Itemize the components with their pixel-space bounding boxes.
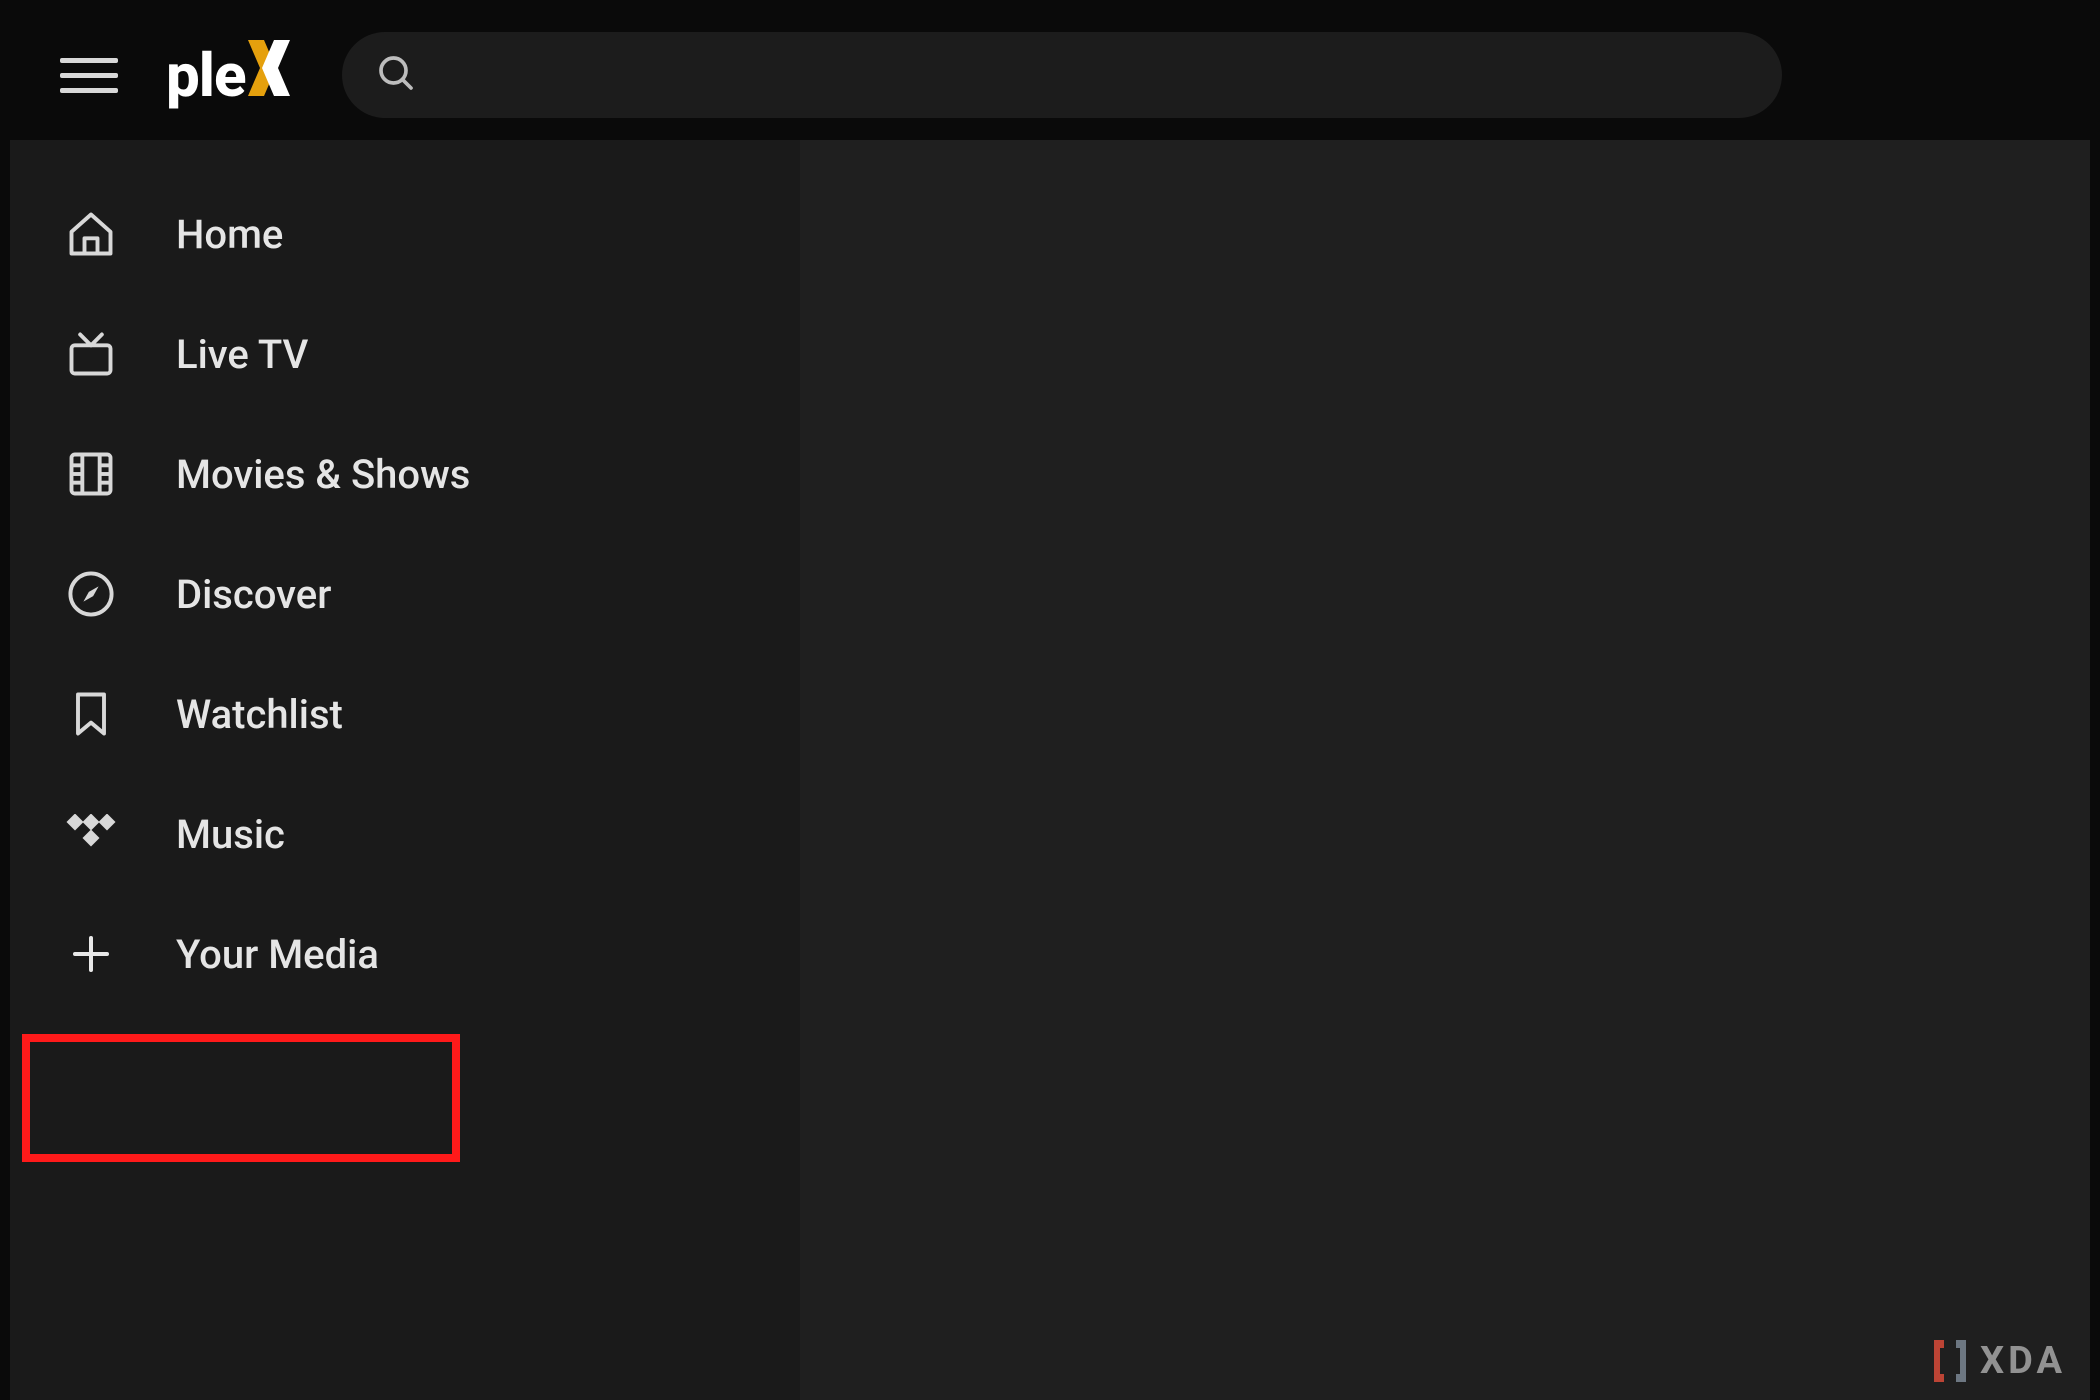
- brand-name-prefix: ple: [166, 40, 246, 111]
- body: Home Live TV: [10, 140, 2090, 1400]
- sidebar-item-label: Discover: [176, 571, 331, 618]
- sidebar-item-your-media[interactable]: Your Media: [10, 894, 800, 1014]
- brand-x-icon: [244, 40, 294, 96]
- sidebar-item-music[interactable]: Music: [10, 774, 800, 894]
- plus-icon: [60, 923, 122, 985]
- livetv-icon: [60, 323, 122, 385]
- header: ple: [10, 10, 2090, 140]
- sidebar-item-label: Music: [176, 811, 285, 858]
- brand-logo[interactable]: ple: [166, 40, 294, 111]
- sidebar-item-livetv[interactable]: Live TV: [10, 294, 800, 414]
- search-icon: [376, 53, 416, 97]
- app-window: ple: [10, 10, 2090, 1400]
- tidal-icon: [60, 803, 122, 865]
- sidebar-item-discover[interactable]: Discover: [10, 534, 800, 654]
- main-content: [800, 140, 2090, 1400]
- compass-icon: [60, 563, 122, 625]
- sidebar-item-home[interactable]: Home: [10, 174, 800, 294]
- sidebar-item-label: Movies & Shows: [176, 451, 470, 498]
- sidebar: Home Live TV: [10, 140, 800, 1400]
- film-icon: [60, 443, 122, 505]
- xda-logo-icon: [1928, 1336, 1972, 1386]
- sidebar-item-label: Home: [176, 211, 283, 258]
- search-input[interactable]: [342, 32, 1782, 118]
- hamburger-icon: [60, 58, 118, 63]
- sidebar-item-movies-shows[interactable]: Movies & Shows: [10, 414, 800, 534]
- home-icon: [60, 203, 122, 265]
- sidebar-item-label: Watchlist: [176, 691, 343, 738]
- bookmark-icon: [60, 683, 122, 745]
- menu-button[interactable]: [60, 46, 118, 104]
- sidebar-item-label: Live TV: [176, 331, 308, 378]
- sidebar-item-label: Your Media: [176, 931, 379, 978]
- watermark: XDA: [1928, 1336, 2066, 1386]
- watermark-text: XDA: [1980, 1339, 2066, 1383]
- sidebar-item-watchlist[interactable]: Watchlist: [10, 654, 800, 774]
